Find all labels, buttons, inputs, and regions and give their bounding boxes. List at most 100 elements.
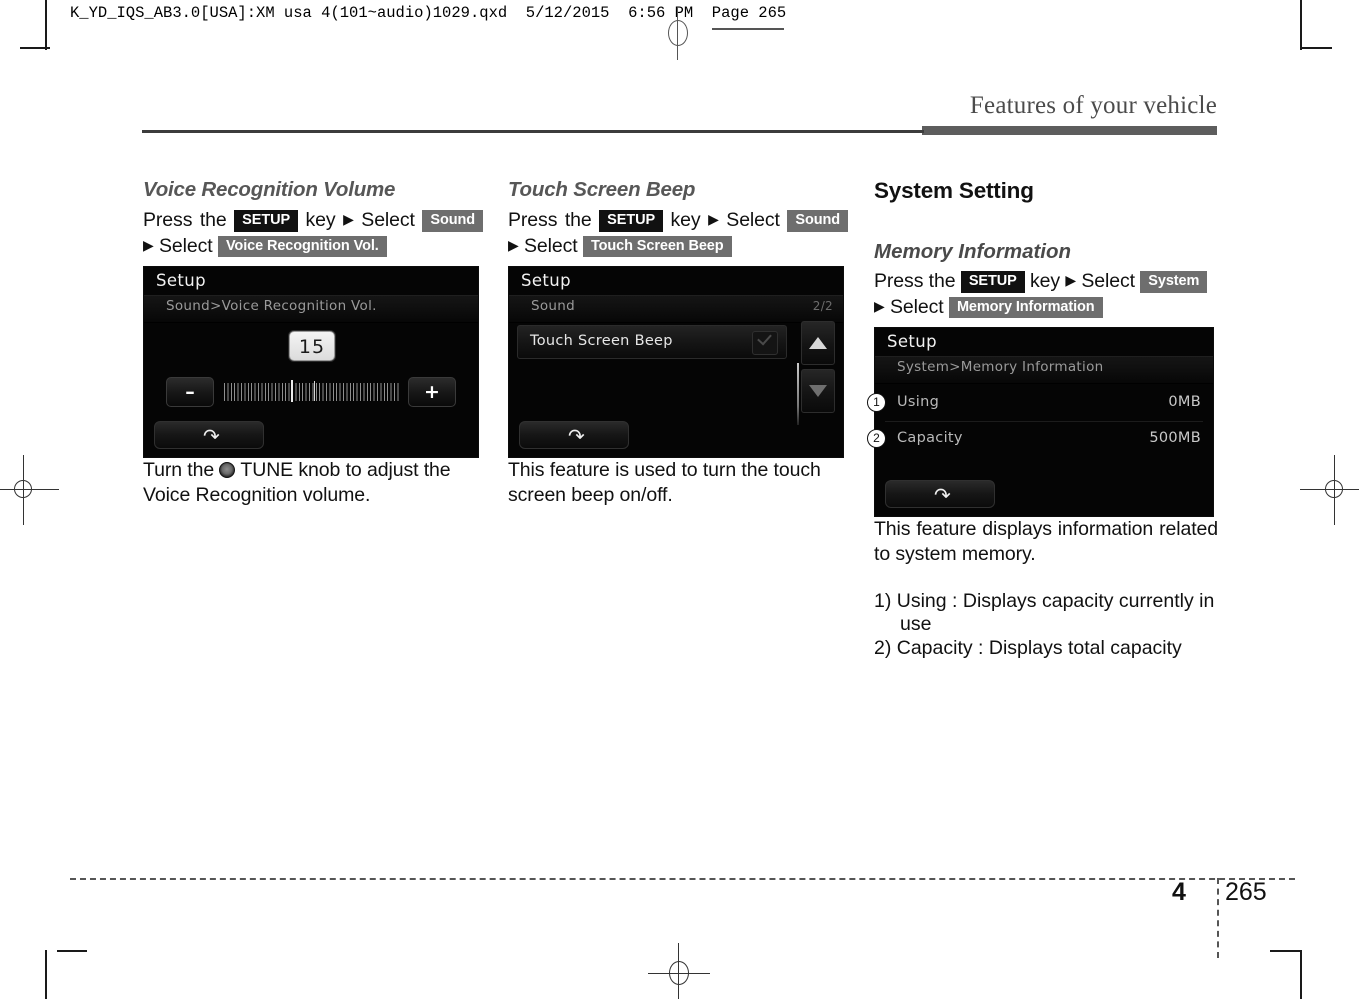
back-arrow-icon: ↶ [568, 424, 585, 448]
chip-setup-key[interactable]: SETUP [599, 210, 664, 232]
back-arrow-icon: ↶ [934, 483, 951, 507]
instruction-path-touch-screen-beep: Press the SETUP key ▶ Select Sound ▶ Sel… [508, 207, 849, 258]
screenshot-touch-screen-beep: Setup Sound 2/2 Touch Screen Beep ↶ [508, 266, 844, 458]
chip-setup-key[interactable]: SETUP [234, 210, 299, 232]
row-label-using: Using [897, 394, 940, 410]
instruction-text-press-the: Press the [874, 270, 956, 292]
crop-mark-top-left-horizontal [20, 47, 50, 49]
instruction-text-key: key [670, 209, 701, 231]
instruction-text-select-2: Select [524, 234, 578, 257]
crop-mark-top-left-vertical [45, 0, 47, 50]
instruction-text-select-1: Select [1081, 270, 1135, 292]
chip-sound-menu[interactable]: Sound [422, 210, 484, 232]
triangle-up-icon [809, 337, 827, 349]
instruction-text-press-the: Press the [508, 209, 592, 231]
instruction-text-select-1: Select [361, 209, 415, 231]
screen-page-indicator: 2/2 [812, 299, 833, 313]
list-item-label: Touch Screen Beep [530, 333, 673, 349]
callout-marker-1: 1 [867, 393, 886, 412]
page-number: 265 [1225, 878, 1267, 906]
checkmark-icon[interactable] [752, 330, 778, 355]
crop-mark-bottom-right-vertical [1300, 950, 1302, 999]
chip-setup-key[interactable]: SETUP [960, 271, 1025, 293]
screenshot-memory-information: Setup System>Memory Information Using 0M… [874, 327, 1214, 517]
heading-voice-recognition-volume: Voice Recognition Volume [143, 178, 396, 201]
heading-touch-screen-beep: Touch Screen Beep [508, 178, 696, 201]
footer-dashed-vertical [1217, 878, 1219, 958]
chip-sound-menu[interactable]: Sound [787, 210, 849, 232]
description-memory-information: This feature displays information relate… [874, 518, 1218, 565]
crop-mark-top-right-horizontal [1302, 47, 1332, 49]
running-head: Features of your vehicle [969, 92, 1217, 119]
note-item-capacity: 2) Capacity : Displays total capacity [874, 637, 1182, 659]
list-item-touch-screen-beep[interactable]: Touch Screen Beep [517, 325, 787, 359]
running-head-rule [142, 130, 924, 133]
registration-mark-bottom [648, 943, 710, 999]
arrow-icon-2: ▶ [143, 236, 154, 253]
volume-slider[interactable] [224, 380, 400, 402]
volume-decrease-button[interactable]: – [166, 377, 214, 407]
heading-memory-information: Memory Information [874, 240, 1072, 263]
registration-mark-right [1300, 455, 1359, 525]
screen-title: Setup [521, 271, 572, 290]
screen-breadcrumb: Sound>Voice Recognition Vol. [166, 298, 377, 314]
arrow-icon: ▶ [343, 211, 354, 227]
chapter-number: 4 [1172, 878, 1186, 906]
instruction-path-memory-information: Press the SETUP key ▶ Select System ▶ Se… [874, 268, 1218, 319]
volume-value-box: 15 [289, 331, 335, 361]
description-text-prefix: Turn the [143, 459, 215, 481]
crop-mark-bottom-right-horizontal [1270, 950, 1300, 952]
screen-back-button[interactable]: ↶ [154, 421, 264, 449]
back-arrow-icon: ↶ [203, 424, 220, 448]
slug-rule [712, 28, 784, 30]
row-value-capacity: 500MB [1149, 430, 1201, 446]
instruction-text-select-1: Select [726, 209, 780, 231]
arrow-icon-2: ▶ [508, 236, 519, 253]
instruction-text-select-2: Select [890, 295, 944, 318]
callout-marker-2: 2 [867, 429, 886, 448]
column-system-setting: System Setting Memory Information Press … [867, 178, 1218, 661]
screen-breadcrumb: Sound [531, 298, 576, 314]
description-touch-screen-beep: This feature is used to turn the touch s… [508, 459, 821, 506]
registration-mark-top [660, 8, 694, 60]
table-row: Using 0MB [875, 386, 1213, 422]
instruction-text-key: key [1029, 270, 1061, 292]
tune-knob-icon [219, 462, 236, 478]
volume-slider-midpoint-tick [313, 381, 315, 401]
arrow-icon: ▶ [1065, 272, 1077, 288]
chip-voice-recognition-vol[interactable]: Voice Recognition Vol. [217, 235, 387, 257]
chip-memory-information[interactable]: Memory Information [948, 296, 1103, 318]
crop-mark-bottom-left-horizontal [57, 950, 87, 952]
scrollbar-track[interactable] [797, 363, 799, 425]
arrow-icon: ▶ [708, 211, 719, 227]
screenshot-voice-recognition-volume: Setup Sound>Voice Recognition Vol. 15 – … [143, 266, 479, 458]
registration-mark-left [0, 455, 59, 525]
note-item-using: 1) Using : Displays capacity currently i… [874, 590, 1215, 635]
scroll-up-button[interactable] [801, 321, 835, 365]
volume-slider-thumb[interactable] [290, 380, 293, 402]
memory-information-notes: 1) Using : Displays capacity currently i… [874, 590, 1218, 660]
chip-touch-screen-beep[interactable]: Touch Screen Beep [582, 235, 732, 257]
instruction-text-select-2: Select [159, 234, 213, 257]
instruction-path-voice-recognition: Press the SETUP key ▶ Select Sound ▶ Sel… [143, 207, 484, 258]
scroll-down-button[interactable] [801, 369, 835, 413]
column-voice-recognition-volume: Voice Recognition Volume Press the SETUP… [143, 178, 484, 507]
instruction-text-key: key [305, 209, 336, 231]
screen-title: Setup [156, 271, 207, 290]
crop-mark-bottom-left-vertical [45, 950, 47, 999]
instruction-text-press-the: Press the [143, 209, 227, 231]
volume-increase-button[interactable]: + [408, 377, 456, 407]
description-voice-recognition-volume: Turn the TUNE knob to adjust the Voice R… [143, 458, 483, 507]
arrow-icon-2: ▶ [874, 297, 885, 314]
crop-mark-top-right-vertical [1300, 0, 1302, 50]
column-touch-screen-beep: Touch Screen Beep Press the SETUP key ▶ … [508, 178, 849, 507]
chip-system-menu[interactable]: System [1140, 271, 1208, 293]
heading-system-setting: System Setting [874, 178, 1034, 203]
row-label-capacity: Capacity [897, 430, 963, 446]
screen-back-button[interactable]: ↶ [519, 421, 629, 449]
row-value-using: 0MB [1168, 394, 1201, 410]
footer-dashed-rule [70, 878, 1295, 880]
running-head-bar [922, 126, 1217, 135]
triangle-down-icon [809, 385, 827, 397]
screen-back-button[interactable]: ↶ [885, 480, 995, 508]
